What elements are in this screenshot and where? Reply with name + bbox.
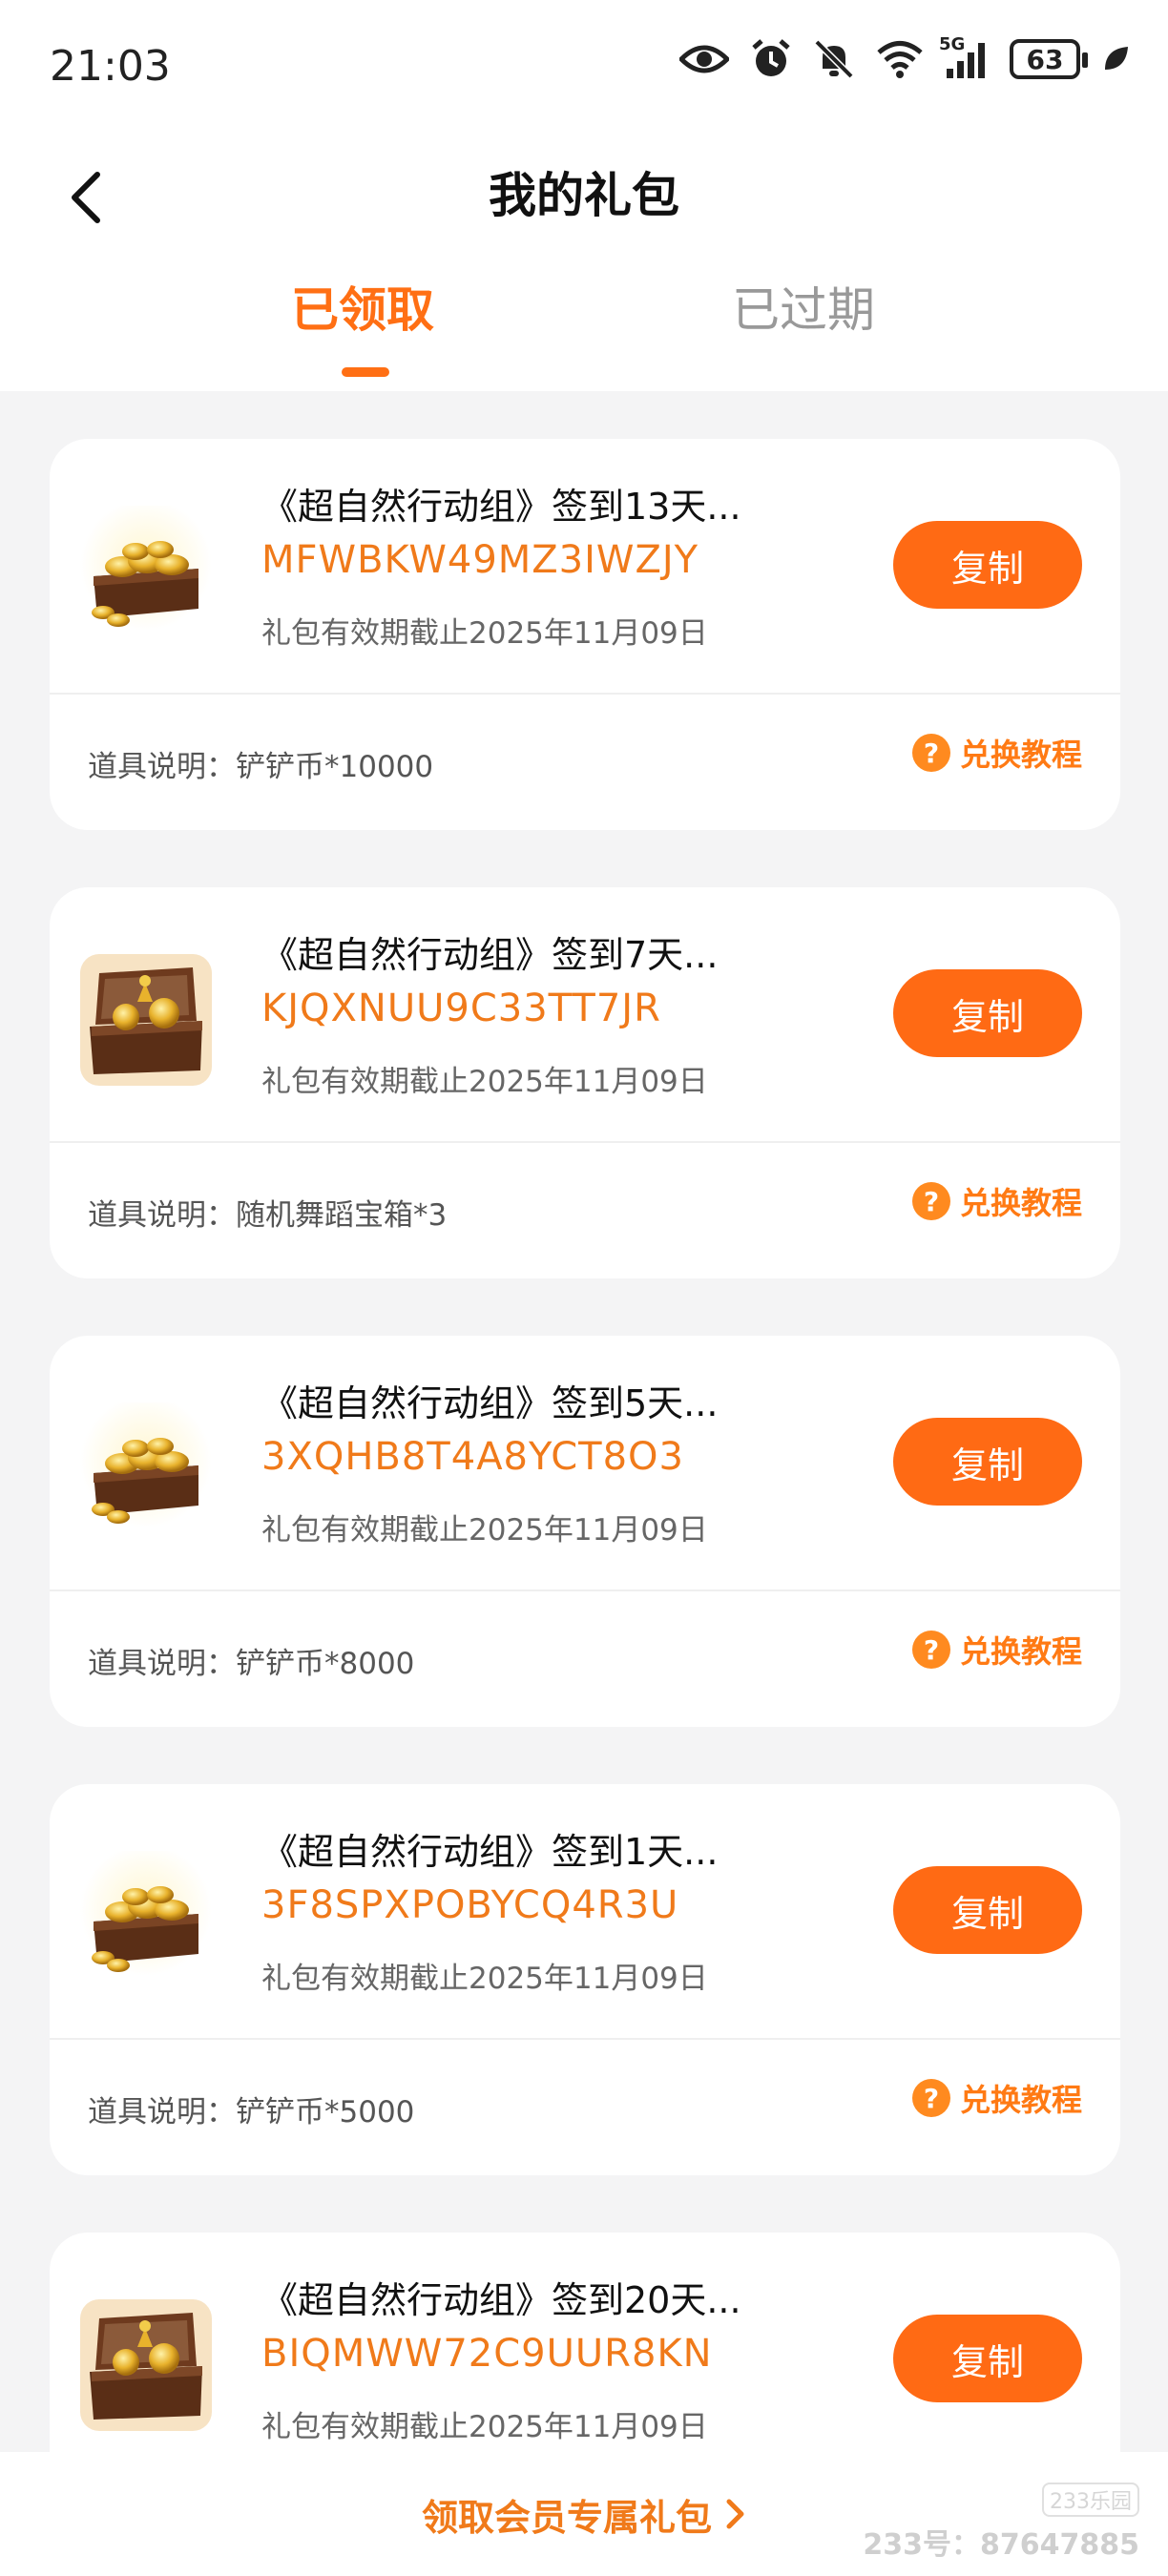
tutorial-label: 兑换教程 xyxy=(959,737,1082,773)
item-description: 道具说明：铲铲币*5000 xyxy=(88,2095,415,2129)
gift-thumbnail xyxy=(80,506,212,637)
gold-coin-chest-icon xyxy=(80,1402,212,1534)
gift-thumbnail xyxy=(80,1402,212,1534)
gift-card: 《超自然行动组》签到13天... MFWBKW49MZ3IWZJY 礼包有效期截… xyxy=(50,439,1120,830)
gift-name: 《超自然行动组》签到1天... xyxy=(261,1831,719,1873)
watermark-logo: 233乐园 xyxy=(1042,2483,1139,2517)
active-tab-indicator xyxy=(342,367,389,377)
question-icon: ? xyxy=(911,1631,950,1669)
gift-expiry: 礼包有效期截止2025年11月09日 xyxy=(261,1513,708,1548)
redeem-tutorial-link[interactable]: ? 兑换教程 xyxy=(911,731,1082,775)
copy-button[interactable]: 复制 xyxy=(893,521,1082,609)
gift-code: MFWBKW49MZ3IWZJY xyxy=(261,538,699,582)
redeem-tutorial-link[interactable]: ? 兑换教程 xyxy=(911,1179,1082,1223)
copy-button[interactable]: 复制 xyxy=(893,969,1082,1057)
battery-icon: 63 xyxy=(1010,39,1088,79)
question-icon: ? xyxy=(911,2079,950,2117)
gift-card: 《超自然行动组》签到7天... KJQXNUU9C33TT7JR 礼包有效期截止… xyxy=(50,887,1120,1278)
tab-expired[interactable]: 已过期 xyxy=(732,262,875,358)
chevron-right-icon xyxy=(726,2499,744,2529)
page-title: 我的礼包 xyxy=(489,168,679,223)
gift-expiry: 礼包有效期截止2025年11月09日 xyxy=(261,616,708,651)
gift-code: KJQXNUU9C33TT7JR xyxy=(261,987,661,1030)
gold-coin-chest-icon xyxy=(80,1851,212,1983)
dance-chest-icon xyxy=(80,954,212,1086)
network-label: 5G xyxy=(939,34,966,54)
leaf-icon xyxy=(1101,45,1130,73)
gift-code: 3XQHB8T4A8YCT8O3 xyxy=(261,1435,684,1479)
copy-button[interactable]: 复制 xyxy=(893,1418,1082,1506)
gift-list: 《超自然行动组》签到13天... MFWBKW49MZ3IWZJY 礼包有效期截… xyxy=(0,391,1168,2452)
dance-chest-icon xyxy=(80,2299,212,2431)
item-description: 道具说明：铲铲币*10000 xyxy=(88,750,434,784)
gift-name: 《超自然行动组》签到20天... xyxy=(261,2279,741,2321)
tab-received[interactable]: 已领取 xyxy=(291,262,434,358)
item-description: 道具说明：随机舞蹈宝箱*3 xyxy=(88,1198,448,1233)
tutorial-label: 兑换教程 xyxy=(959,1633,1082,1670)
card-divider xyxy=(50,693,1120,695)
gift-card: 《超自然行动组》签到1天... 3F8SPXPOBYCQ4R3U 礼包有效期截止… xyxy=(50,1784,1120,2175)
card-divider xyxy=(50,2038,1120,2040)
alarm-icon xyxy=(750,38,792,80)
gift-name: 《超自然行动组》签到5天... xyxy=(261,1382,719,1424)
copy-button[interactable]: 复制 xyxy=(893,2315,1082,2402)
eye-icon xyxy=(679,42,729,76)
status-icons: 5G 63 xyxy=(679,34,1130,80)
bottom-bar: 领取会员专属礼包 233乐园 233号：87647885 xyxy=(0,2452,1168,2576)
gift-code: BIQMWW72C9UUR8KN xyxy=(261,2332,713,2376)
gift-thumbnail xyxy=(80,1851,212,1983)
bell-off-icon xyxy=(813,38,855,80)
gift-name: 《超自然行动组》签到13天... xyxy=(261,486,741,528)
gift-expiry: 礼包有效期截止2025年11月09日 xyxy=(261,2410,708,2444)
tab-bar: 已领取 已过期 xyxy=(0,262,1168,391)
member-gift-label: 领取会员专属礼包 xyxy=(421,2496,712,2539)
status-bar: 21:03 5G 63 xyxy=(0,0,1168,134)
tutorial-label: 兑换教程 xyxy=(959,1185,1082,1221)
gift-expiry: 礼包有效期截止2025年11月09日 xyxy=(261,1962,708,1996)
gift-thumbnail xyxy=(80,2299,212,2431)
gift-card: 《超自然行动组》签到5天... 3XQHB8T4A8YCT8O3 礼包有效期截止… xyxy=(50,1336,1120,1727)
card-divider xyxy=(50,1589,1120,1591)
signal-icon: 5G xyxy=(939,34,989,78)
item-description: 道具说明：铲铲币*8000 xyxy=(88,1647,415,1681)
question-icon: ? xyxy=(911,734,950,772)
tutorial-label: 兑换教程 xyxy=(959,2082,1082,2118)
wifi-icon xyxy=(876,40,924,78)
header: 我的礼包 已领取 已过期 xyxy=(0,134,1168,391)
gift-name: 《超自然行动组》签到7天... xyxy=(261,934,719,976)
gift-expiry: 礼包有效期截止2025年11月09日 xyxy=(261,1065,708,1099)
watermark-text: 233号：87647885 xyxy=(863,2528,1139,2562)
gift-thumbnail xyxy=(80,954,212,1086)
redeem-tutorial-link[interactable]: ? 兑换教程 xyxy=(911,2076,1082,2120)
gift-card: 《超自然行动组》签到20天... BIQMWW72C9UUR8KN 礼包有效期截… xyxy=(50,2233,1120,2452)
card-divider xyxy=(50,1141,1120,1143)
copy-button[interactable]: 复制 xyxy=(893,1866,1082,1954)
redeem-tutorial-link[interactable]: ? 兑换教程 xyxy=(911,1628,1082,1672)
gift-code: 3F8SPXPOBYCQ4R3U xyxy=(261,1883,679,1927)
status-time: 21:03 xyxy=(50,42,171,91)
gold-coin-chest-icon xyxy=(80,506,212,637)
question-icon: ? xyxy=(911,1182,950,1220)
